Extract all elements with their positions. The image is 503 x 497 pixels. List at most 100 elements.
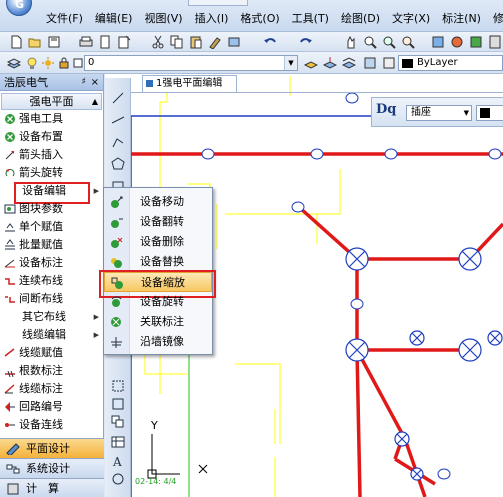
close-icon[interactable]: × (91, 74, 99, 91)
calculator-icon[interactable] (487, 34, 503, 50)
save-icon[interactable] (46, 34, 62, 50)
panel-item[interactable]: 批量赋值 (0, 236, 103, 254)
arrow-rotate-icon (4, 167, 16, 179)
panel-item[interactable]: 其它布线 ▶ (0, 308, 103, 326)
construction-line-icon[interactable] (110, 112, 126, 128)
zoom-window-icon[interactable] (381, 34, 397, 50)
properties-icon[interactable] (430, 34, 446, 50)
polygon-icon[interactable] (110, 156, 126, 172)
panel-item[interactable]: 强电工具 (0, 110, 103, 128)
panel-item[interactable]: 回路编号 (0, 398, 103, 416)
layer-previous-icon[interactable] (322, 55, 338, 71)
make-current-icon[interactable] (303, 55, 319, 71)
menu-draw[interactable]: 绘图(D) (335, 10, 386, 28)
cut-icon[interactable] (150, 34, 166, 50)
chevron-down-icon[interactable]: ▼ (464, 106, 469, 120)
panel-item[interactable]: 连续布线 (0, 272, 103, 290)
layer-walk-icon[interactable] (341, 55, 357, 71)
device-type-dropdown[interactable]: 插座 ▼ (406, 105, 472, 121)
print-icon[interactable] (78, 34, 94, 50)
panel-item-label: 设备标注 (19, 256, 63, 269)
panel-item[interactable]: 设备标注 (0, 254, 103, 272)
panel-item[interactable]: 设备编辑 ▶ (0, 182, 103, 204)
submenu-item-label: 沿墙镜像 (140, 335, 184, 348)
grid-table-icon[interactable] (110, 434, 126, 450)
panel-item[interactable]: 设备布置 (0, 128, 103, 146)
bulb-icon[interactable] (24, 55, 40, 71)
preview-icon[interactable] (97, 34, 113, 50)
zoom-previous-icon[interactable] (400, 34, 416, 50)
menu-format[interactable]: 格式(O) (234, 10, 285, 28)
menu-modify[interactable]: 修改 (487, 10, 503, 28)
redo-icon[interactable] (298, 34, 314, 50)
panel-item[interactable]: 图块参数 (0, 200, 103, 218)
match-prop-icon[interactable] (207, 34, 223, 50)
section-header[interactable]: 强电平面 ▲ (1, 93, 102, 110)
copy-icon[interactable] (169, 34, 185, 50)
submenu-item-rotate[interactable]: 设备旋转 (104, 292, 212, 312)
panel-item[interactable]: 箭头旋转 (0, 164, 103, 182)
panel-item[interactable]: 箭头插入 (0, 146, 103, 164)
menu-view[interactable]: 视图(V) (138, 10, 188, 28)
panel-item[interactable]: 线缆编辑 ▶ (0, 326, 103, 344)
app-menu-button[interactable]: G (6, 0, 32, 16)
submenu-arrow-icon: ▶ (93, 187, 99, 195)
submenu-item-scale[interactable]: 设备缩放 (99, 270, 216, 298)
zoom-realtime-icon[interactable] (362, 34, 378, 50)
color-dropdown[interactable]: ByLayer (398, 55, 503, 71)
collapse-icon[interactable]: ▲ (92, 94, 98, 109)
layer-state-icon[interactable] (362, 55, 378, 71)
menu-tools[interactable]: 工具(T) (286, 10, 335, 28)
layer-manager-icon[interactable] (6, 55, 22, 71)
panel-item[interactable]: 单个赋值 (0, 218, 103, 236)
menu-edit[interactable]: 编辑(E) (89, 10, 139, 28)
submenu-item-mirror[interactable]: 沿墙镜像 (104, 332, 212, 352)
color-control-icon[interactable] (381, 55, 397, 71)
tab-calculate[interactable]: 计 算 (0, 478, 104, 497)
panel-item[interactable]: 线缆赋值 (0, 344, 103, 362)
open-file-icon[interactable] (27, 34, 43, 50)
menu-text[interactable]: 文字(X) (386, 10, 436, 28)
pan-icon[interactable] (343, 34, 359, 50)
table-icon[interactable] (110, 396, 126, 412)
design-center-icon[interactable] (449, 34, 465, 50)
sun-icon[interactable] (40, 55, 56, 71)
new-file-icon[interactable] (8, 34, 24, 50)
panel-item[interactable]: 线缆标注 (0, 380, 103, 398)
polyline-icon[interactable] (110, 134, 126, 150)
ucs-icon (147, 434, 208, 479)
tab-system-design[interactable]: 系统设计 (0, 458, 104, 478)
dq-label: Dq (376, 102, 397, 117)
menu-file[interactable]: 文件(F) (44, 10, 89, 28)
undo-icon[interactable] (262, 34, 278, 50)
color-swatch-box[interactable] (476, 105, 503, 121)
line-icon[interactable] (110, 90, 126, 106)
text-icon[interactable]: A (110, 453, 126, 469)
submenu-item-linked-mark[interactable]: 关联标注 (104, 312, 212, 332)
panel-item[interactable]: 根数标注 (0, 362, 103, 380)
region-icon[interactable] (110, 378, 126, 394)
paste-icon[interactable] (188, 34, 204, 50)
submenu-item-label: 设备替换 (140, 255, 184, 268)
layer-dropdown[interactable]: 0 ▼ (84, 55, 298, 71)
tool-palette-icon[interactable] (468, 34, 484, 50)
panel-item[interactable]: 设备连线 (0, 416, 103, 434)
chevron-down-icon[interactable]: ▼ (284, 56, 297, 70)
panel-items: 强电工具 设备布置 箭头插入 箭头旋转 设备编辑 ▶ 图块参数 单个赋值 批量赋值设备标注连续布… (0, 110, 103, 434)
submenu-arrow-icon: ▶ (93, 331, 99, 339)
pin-icon[interactable]: ♯ (82, 74, 86, 91)
panel-item[interactable]: 间断布线 (0, 290, 103, 308)
submenu-item-delete[interactable]: 设备删除 (104, 232, 212, 252)
menu-insert[interactable]: 插入(I) (189, 10, 235, 28)
submenu-item-replace[interactable]: 设备替换 (104, 252, 212, 272)
tab-plan-design[interactable]: 平面设计 (0, 438, 104, 458)
block-editor-icon[interactable] (226, 34, 242, 50)
publish-icon[interactable] (116, 34, 132, 50)
menu-items: 文件(F) 编辑(E) 视图(V) 插入(I) 格式(O) 工具(T) 绘图(D… (44, 10, 503, 28)
document-tab[interactable]: 1强电平面编辑 (142, 75, 237, 92)
submenu-item-move[interactable]: 设备移动 (104, 192, 212, 212)
multi-copy-icon[interactable] (110, 414, 126, 430)
menu-dimension[interactable]: 标注(N) (436, 10, 487, 28)
insert-block-icon[interactable] (110, 471, 126, 487)
submenu-item-flip[interactable]: 设备翻转 (104, 212, 212, 232)
